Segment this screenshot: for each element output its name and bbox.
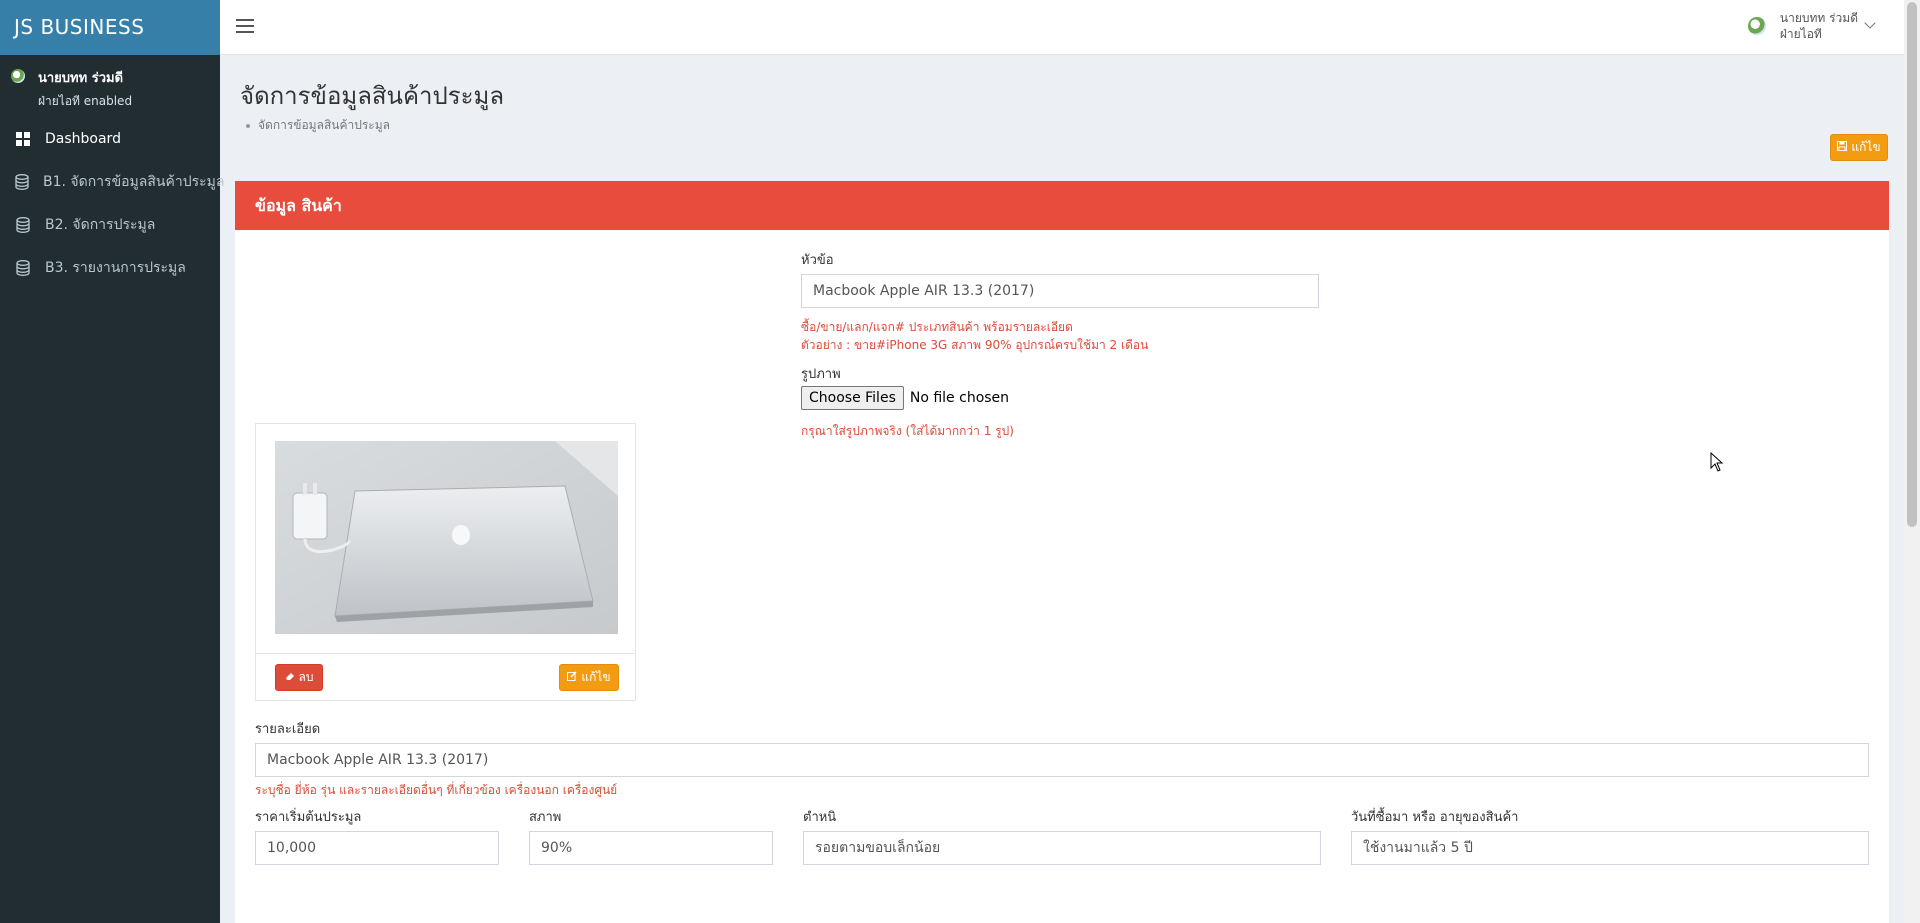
image-thumbnail-card: ลบ แก้ไข [255, 423, 636, 701]
chevron-down-icon [1864, 17, 1876, 29]
edit-button[interactable]: แก้ไข [1830, 134, 1888, 161]
page-scrollbar[interactable] [1904, 0, 1920, 923]
sidebar-item-label: B1. จัดการข้อมูลสินค้าประมูล [43, 173, 225, 190]
breadcrumb: จัดการข้อมูลสินค้าประมูล [246, 116, 390, 135]
image-label: รูปภาพ [801, 367, 841, 382]
edit-button-label: แก้ไข [1851, 140, 1881, 154]
delete-image-button[interactable]: ลบ [275, 664, 323, 691]
database-icon [15, 259, 31, 276]
app-logo[interactable]: JS BUSINESS [0, 0, 220, 55]
sidebar-user-status: ฝ่ายไอที enabled [38, 94, 133, 108]
topbar-user-dept: ฝ่ายไอที [1779, 27, 1822, 41]
sidebar-item-label: B2. จัดการประมูล [45, 216, 156, 233]
subject-input[interactable]: Macbook Apple AIR 13.3 (2017) [801, 274, 1319, 308]
product-form-box: ข้อมูล สินค้า หัวข้อ Macbook Apple AIR 1… [235, 181, 1889, 923]
defect-label: ตำหนิ [803, 810, 837, 825]
subject-help-1: ซื้อ/ขาย/แลก/แจก# ประเภทสินค้า พร้อมรายล… [801, 320, 1073, 334]
box-header: ข้อมูล สินค้า [235, 181, 1889, 230]
image-help: กรุณาใส่รูปภาพจริง (ใส่ได้มากกว่า 1 รูป) [801, 424, 1014, 438]
sidebar-item-label: B3. รายงานการประมูล [45, 259, 186, 276]
price-input[interactable]: 10,000 [255, 831, 499, 865]
detail-help: ระบุชื่อ ยี่ห้อ รุ่น และรายละเอียดอื่นๆ … [255, 783, 618, 797]
page-title: จัดการข้อมูลสินค้าประมูล [240, 82, 505, 110]
product-image [275, 441, 618, 634]
save-icon [1837, 141, 1848, 154]
price-label: ราคาเริ่มต้นประมูล [255, 810, 362, 825]
sidebar-item-label: Dashboard [45, 130, 121, 147]
topbar-user-name: นายบทท ร่วมดี [1779, 11, 1858, 25]
bullet-icon [246, 123, 250, 128]
detail-label: รายละเอียด [255, 722, 321, 737]
age-input[interactable]: ใช้งานมาแล้ว 5 ปี [1351, 831, 1869, 865]
dashboard-icon [15, 131, 31, 147]
condition-label: สภาพ [529, 810, 562, 825]
subject-label: หัวข้อ [801, 253, 834, 268]
age-label: วันที่ซื้อมา หรือ อายุของสินค้า [1351, 810, 1519, 825]
sidebar-item-b3[interactable]: B3. รายงานการประมูล [0, 246, 220, 289]
sidebar-item-b2[interactable]: B2. จัดการประมูล [0, 203, 220, 246]
edit-image-button[interactable]: แก้ไข [559, 664, 619, 691]
delete-button-label: ลบ [298, 670, 314, 684]
scrollbar-thumb[interactable] [1907, 2, 1917, 527]
subject-help-2: ตัวอย่าง : ขาย#iPhone 3G สภาพ 90% อุปกรณ… [801, 338, 1149, 352]
user-avatar [1747, 17, 1766, 35]
database-icon [15, 216, 31, 233]
sidebar-user-name: นายบทท ร่วมดี [38, 71, 124, 86]
user-avatar [11, 69, 25, 83]
detail-input[interactable]: Macbook Apple AIR 13.3 (2017) [255, 743, 1869, 777]
user-menu[interactable]: นายบทท ร่วมดี ฝ่ายไอที [1747, 10, 1876, 42]
mouse-cursor-icon [1710, 451, 1724, 476]
card-divider [256, 653, 635, 654]
edit-image-button-label: แก้ไข [581, 670, 611, 684]
file-status: No file chosen [909, 390, 1010, 406]
condition-input[interactable]: 90% [529, 831, 773, 865]
main-content: จัดการข้อมูลสินค้าประมูล จัดการข้อมูลสิน… [220, 56, 1904, 923]
file-input[interactable]: Choose Files No file chosen [801, 386, 1009, 410]
sidebar-item-b1[interactable]: B1. จัดการข้อมูลสินค้าประมูล [0, 160, 224, 203]
database-icon [15, 173, 29, 190]
choose-files-button[interactable]: Choose Files [801, 386, 904, 410]
top-navbar: นายบทท ร่วมดี ฝ่ายไอที [220, 0, 1904, 55]
sidebar-item-dashboard[interactable]: Dashboard [0, 117, 220, 160]
breadcrumb-item[interactable]: จัดการข้อมูลสินค้าประมูล [258, 118, 390, 132]
menu-toggle-icon[interactable] [236, 19, 254, 35]
user-panel: นายบทท ร่วมดี ฝ่ายไอที enabled [0, 55, 220, 117]
edit-icon [567, 671, 577, 684]
defect-input[interactable]: รอยตามขอบเล็กน้อย [803, 831, 1321, 865]
eraser-icon [285, 671, 295, 684]
sidebar: JS BUSINESS นายบทท ร่วมดี ฝ่ายไอที enabl… [0, 0, 224, 923]
